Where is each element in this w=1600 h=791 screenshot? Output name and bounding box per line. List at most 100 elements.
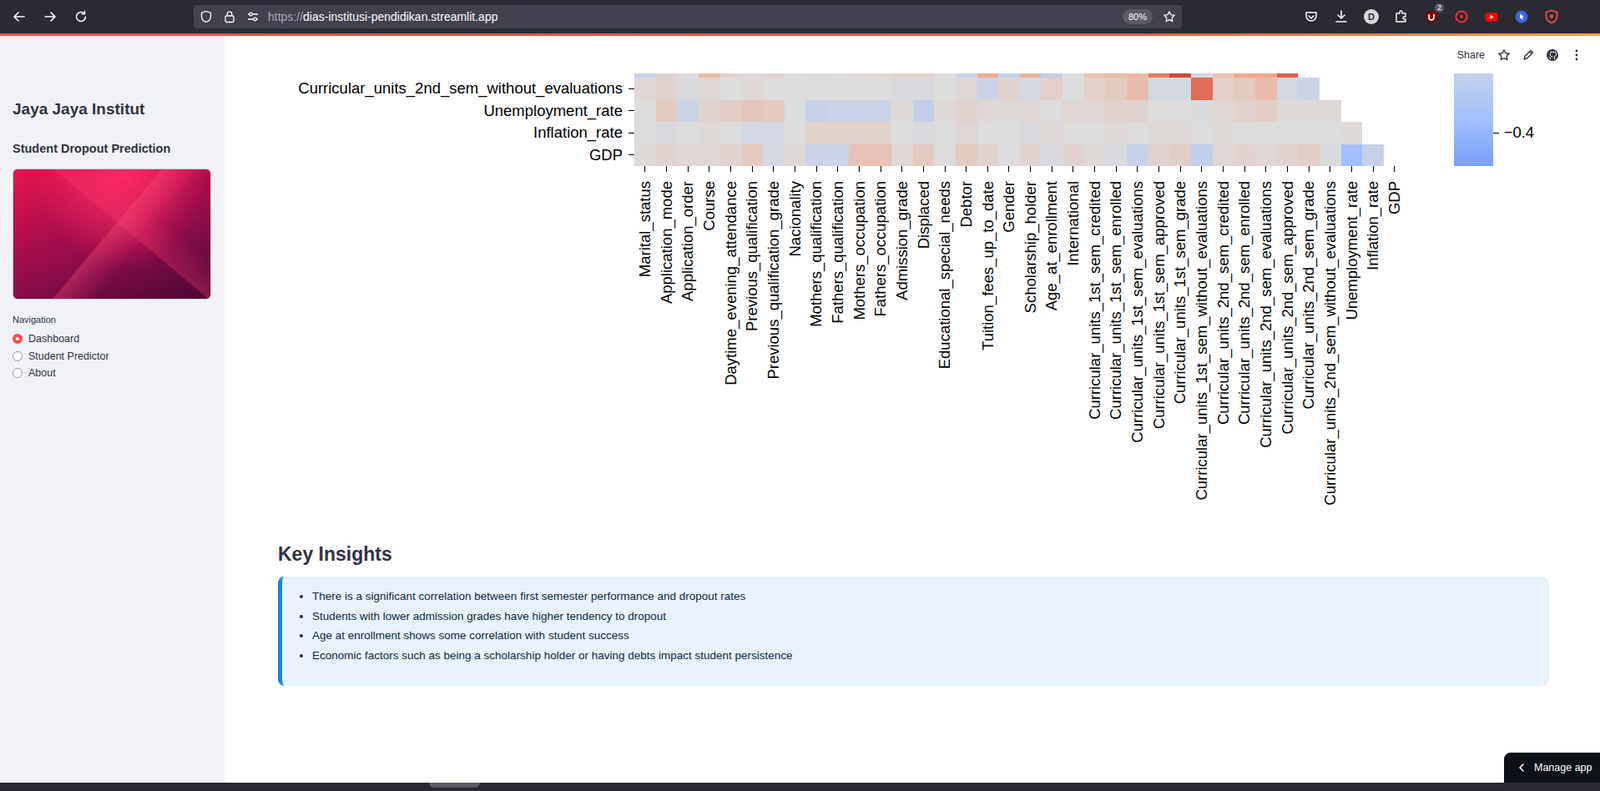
navigation-radio[interactable]: About: [12, 364, 215, 383]
heatmap-cell: [848, 77, 871, 101]
column-label: Scholarship_holder: [1019, 181, 1042, 524]
back-arrow-icon[interactable]: [11, 9, 27, 25]
heatmap-cell: [1319, 100, 1342, 123]
colorbar: −0.4: [1453, 73, 1535, 167]
heatmap-cell: [913, 121, 935, 145]
colorbar-gradient: [1453, 73, 1494, 167]
heatmap-cell: [698, 77, 721, 101]
heatmap-cell: [720, 121, 742, 145]
column-label-cell: Daytime_evening_attendance: [720, 181, 742, 524]
heatmap-cell: [1084, 121, 1106, 145]
heatmap-cell: [1148, 100, 1171, 123]
row-tick: [628, 110, 635, 112]
app-header: Share: [224, 35, 1600, 74]
heatmap-cell: [1126, 144, 1149, 167]
heatmap-rows: Curricular_units_2nd_sem_without_evaluat…: [277, 73, 1406, 167]
heatmap-cell: [1191, 77, 1213, 101]
heatmap-cell: [1169, 77, 1192, 101]
column-label-cell: Mothers_occupation: [848, 181, 871, 524]
heatmap-cell: [656, 100, 678, 123]
column-label: Curricular_units_2nd_sem_enrolled: [1233, 181, 1256, 524]
heatmap-cell: [741, 77, 763, 101]
column-label: Fathers_occupation: [869, 181, 892, 524]
share-button[interactable]: Share: [1455, 47, 1487, 63]
heatmap-cell: [869, 100, 892, 123]
column-label: Application_mode: [656, 181, 678, 524]
manage-app-label[interactable]: Manage app: [1534, 762, 1593, 774]
navigation-radio[interactable]: Student Predictor: [12, 348, 215, 366]
column-label-cell: Curricular_units_1st_sem_enrolled: [1105, 181, 1127, 524]
heatmap-cell: [977, 100, 1000, 123]
heatmap-plot: Curricular_units_2nd_sem_without_evaluat…: [277, 73, 1406, 524]
column-label-cell: GDP: [1383, 181, 1406, 524]
permissions-icon[interactable]: [246, 10, 260, 24]
heatmap-cell: [784, 77, 807, 101]
shield-icon[interactable]: [199, 10, 213, 24]
heatmap-cell: [1040, 77, 1063, 101]
column-label: Unemployment_rate: [1341, 181, 1363, 524]
heatmap-cell: [998, 100, 1020, 123]
heatmap-row: Unemployment_rate: [277, 100, 1406, 123]
column-label: Tuition_fees_up_to_date: [977, 181, 1000, 524]
column-label-cell: Mothers_qualification: [805, 181, 828, 524]
radio-label[interactable]: About: [28, 364, 56, 383]
address-bar[interactable]: https://dias-institusi-pendidikan.stream…: [193, 5, 1182, 29]
heatmap-cell: [1084, 77, 1106, 101]
heatmap-cell: [1126, 121, 1149, 145]
more-menu-icon[interactable]: [1569, 48, 1584, 62]
heatmap-cell: [1040, 100, 1063, 123]
ublock-extension[interactable]: 2: [1423, 9, 1439, 25]
radio-dot[interactable]: [12, 351, 23, 362]
row-tick: [628, 154, 635, 156]
column-label: Educational_special_needs: [933, 181, 956, 524]
download-icon[interactable]: [1333, 9, 1349, 25]
column-label: Previous_qualification_grade: [762, 181, 785, 524]
column-label-cell: Curricular_units_1st_sem_approved: [1148, 181, 1171, 524]
column-label-cell: Curricular_units_1st_sem_grade: [1169, 181, 1192, 524]
column-label: Curricular_units_2nd_sem_grade: [1297, 181, 1320, 524]
zoom-badge[interactable]: 80%: [1122, 9, 1153, 25]
star-icon[interactable]: [1497, 48, 1511, 62]
pocket-icon[interactable]: [1303, 9, 1319, 25]
column-label: Inflation_rate: [1362, 181, 1384, 524]
bookmark-star-icon[interactable]: [1162, 10, 1177, 24]
puzzle-icon[interactable]: [1393, 9, 1409, 25]
radio-dot[interactable]: [12, 333, 23, 344]
heatmap-cell: [805, 144, 828, 167]
column-label-cell: Curricular_units_2nd_sem_evaluations: [1255, 181, 1277, 524]
shield-extension-icon[interactable]: [1544, 9, 1560, 25]
youtube-extension-icon[interactable]: [1483, 9, 1500, 25]
heatmap-cell: [1148, 77, 1171, 101]
heatmap-cell: [676, 77, 699, 101]
heatmap-cell: [741, 144, 763, 167]
column-label: Curricular_units_1st_sem_evaluations: [1126, 181, 1149, 524]
lock-icon[interactable]: [222, 10, 237, 24]
url-text[interactable]: https://dias-institusi-pendidikan.stream…: [267, 10, 1113, 24]
account-avatar[interactable]: D: [1363, 9, 1379, 25]
manage-app-button[interactable]: Manage app: [1504, 752, 1600, 783]
cursor-extension-icon[interactable]: [1514, 9, 1530, 25]
red-ring-extension-icon[interactable]: [1453, 9, 1469, 25]
column-label: Mothers_occupation: [848, 181, 871, 524]
heatmap-cell: [869, 121, 892, 145]
heatmap-cell: [1084, 144, 1106, 167]
heatmap-cell: [1019, 144, 1042, 167]
heatmap-cell: [1105, 121, 1127, 145]
radio-dot[interactable]: [12, 368, 23, 379]
pencil-icon[interactable]: [1521, 48, 1535, 62]
heatmap-cell: [827, 121, 849, 145]
reload-icon[interactable]: [73, 9, 89, 25]
radio-label[interactable]: Student Predictor: [28, 348, 110, 366]
column-label-cell: Curricular_units_2nd_sem_credited: [1212, 181, 1235, 524]
navigation-radio[interactable]: Dashboard: [12, 330, 215, 349]
heatmap-cell: [1105, 100, 1127, 123]
column-label-cell: Displaced: [913, 181, 935, 524]
radio-label[interactable]: Dashboard: [28, 330, 80, 349]
url-scheme: https://: [267, 10, 303, 24]
colorbar-axis: −0.4: [1493, 73, 1535, 167]
forward-arrow-icon[interactable]: [42, 9, 58, 25]
github-icon[interactable]: [1545, 48, 1560, 62]
heatmap-cell: [1062, 121, 1085, 145]
column-ticks: [634, 166, 1406, 172]
column-label-cell: International: [1062, 181, 1085, 524]
